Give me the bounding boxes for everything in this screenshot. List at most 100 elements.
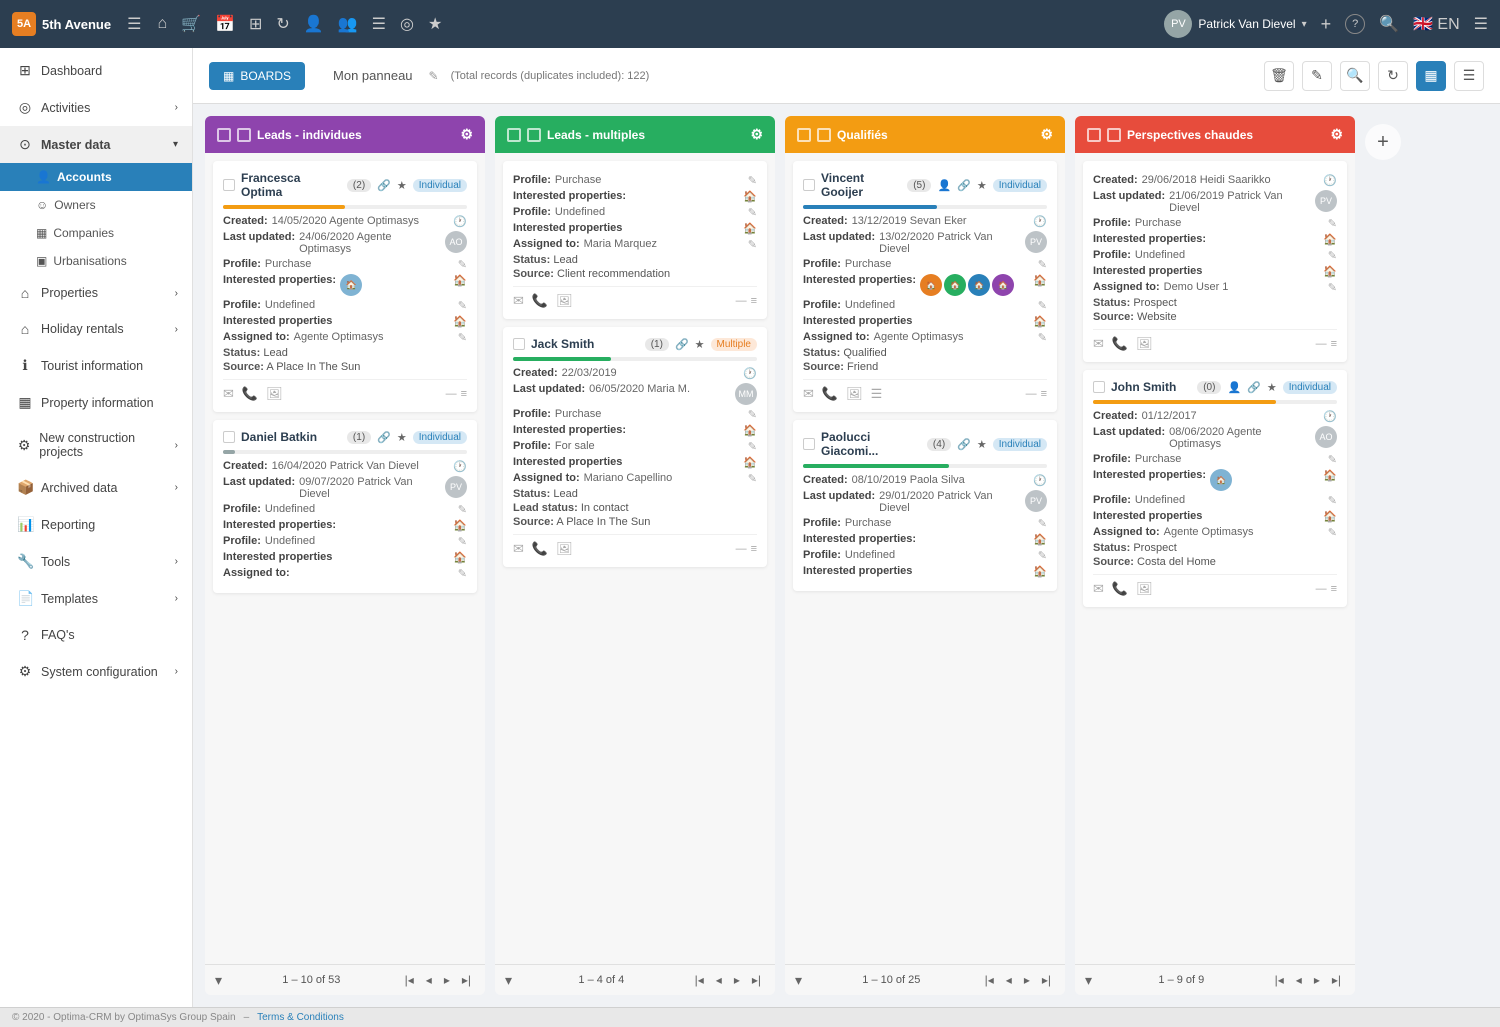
col-gear-persp[interactable]: ⚙ (1330, 126, 1343, 143)
sidebar-item-companies[interactable]: ▦ Companies (0, 219, 192, 247)
list-icon[interactable]: ☰ (372, 14, 386, 34)
col-checkbox-mult2[interactable] (527, 128, 541, 142)
col-last-persp[interactable]: ▸| (1328, 971, 1345, 989)
boards-button[interactable]: ▦ BOARDS (209, 62, 305, 90)
col-footer-expand-mult[interactable]: ▾ (505, 972, 512, 989)
user-icon[interactable]: 👤 (304, 14, 324, 34)
cart-icon[interactable]: 🛒 (181, 14, 201, 34)
phone-icon-vincent[interactable]: 📞 (822, 386, 838, 402)
edit-icon-daniel[interactable]: ✎ (458, 503, 467, 516)
edit-icon2-francesca[interactable]: ✎ (458, 299, 467, 312)
sidebar-item-system-config[interactable]: ⚙ System configuration › (0, 653, 192, 690)
image-icon-vincent[interactable]: 🖼 (846, 386, 863, 402)
image-icon-francesca[interactable]: 🖼 (266, 386, 283, 402)
person-icon-vincent[interactable]: 👤 (937, 179, 951, 192)
plus-icon[interactable]: + (1321, 14, 1332, 35)
col-checkbox-qual2[interactable] (817, 128, 831, 142)
more-options-button[interactable]: ☰ (1454, 61, 1484, 91)
sidebar-item-properties[interactable]: ⌂ Properties › (0, 275, 192, 311)
more-dots-francesca[interactable]: —≡ (446, 388, 467, 400)
phone-icon-jack[interactable]: 📞 (532, 541, 548, 557)
card-checkbox-daniel[interactable] (223, 431, 235, 443)
sidebar-item-faqs[interactable]: ? FAQ's (0, 617, 192, 653)
sidebar-item-activities[interactable]: ◎ Activities › (0, 89, 192, 126)
col-first-qual[interactable]: |◂ (981, 971, 998, 989)
person-icon-john[interactable]: 👤 (1227, 381, 1241, 394)
footer-terms[interactable]: Terms & Conditions (257, 1012, 344, 1023)
card-checkbox-jack[interactable] (513, 338, 525, 350)
star-icon[interactable]: ★ (428, 14, 442, 34)
image-icon-heidi[interactable]: 🖼 (1136, 336, 1153, 352)
link-icon-vincent[interactable]: 🔗 (957, 179, 971, 192)
sidebar-item-reporting[interactable]: 📊 Reporting (0, 506, 192, 543)
sidebar-item-tools[interactable]: 🔧 Tools › (0, 543, 192, 580)
email-icon-john[interactable]: ✉ (1093, 581, 1104, 597)
search-icon[interactable]: 🔍 (1379, 14, 1399, 34)
card-checkbox-francesca[interactable] (223, 179, 235, 191)
star-icon-daniel[interactable]: ★ (397, 431, 407, 444)
target-icon[interactable]: ◎ (400, 14, 414, 34)
list-icon-vincent[interactable]: ☰ (871, 386, 883, 402)
col-last-ind[interactable]: ▸| (458, 971, 475, 989)
col-next-qual[interactable]: ▸ (1020, 971, 1034, 989)
sidebar-item-dashboard[interactable]: ⊞ Dashboard (0, 52, 192, 89)
email-icon-heidi[interactable]: ✉ (1093, 336, 1104, 352)
sidebar-item-templates[interactable]: 📄 Templates › (0, 580, 192, 617)
col-checkbox-ind[interactable] (217, 128, 231, 142)
phone-icon-top[interactable]: 📞 (532, 293, 548, 309)
edit-icon3-daniel[interactable]: ✎ (458, 567, 467, 580)
sidebar-item-holiday-rentals[interactable]: ⌂ Holiday rentals › (0, 311, 192, 347)
col-gear-mult[interactable]: ⚙ (750, 126, 763, 143)
edit-icon-francesca[interactable]: ✎ (458, 258, 467, 271)
col-next-persp[interactable]: ▸ (1310, 971, 1324, 989)
col-last-qual[interactable]: ▸| (1038, 971, 1055, 989)
delete-button[interactable]: 🗑 (1264, 61, 1294, 91)
col-checkbox-mult[interactable] (507, 128, 521, 142)
app-logo[interactable]: 5A 5th Avenue (12, 12, 111, 36)
col-first-persp[interactable]: |◂ (1271, 971, 1288, 989)
sidebar-item-urbanisations[interactable]: ▣ Urbanisations (0, 247, 192, 275)
edit-icon2-daniel[interactable]: ✎ (458, 535, 467, 548)
star-icon-jack[interactable]: ★ (695, 338, 705, 351)
menu-icon[interactable]: ☰ (1474, 14, 1488, 34)
phone-icon-francesca[interactable]: 📞 (242, 386, 258, 402)
col-footer-expand-qual[interactable]: ▾ (795, 972, 802, 989)
col-gear-qual[interactable]: ⚙ (1040, 126, 1053, 143)
star-icon-john[interactable]: ★ (1267, 381, 1277, 394)
link-icon-paolucci[interactable]: 🔗 (957, 438, 971, 451)
phone-icon-heidi[interactable]: 📞 (1112, 336, 1128, 352)
user-dropdown-icon[interactable]: ▾ (1302, 19, 1307, 30)
help-icon[interactable]: ? (1345, 14, 1365, 34)
col-checkbox-persp2[interactable] (1107, 128, 1121, 142)
search-button[interactable]: 🔍 (1340, 61, 1370, 91)
calendar-icon[interactable]: 📅 (215, 14, 235, 34)
col-prev-persp[interactable]: ◂ (1292, 971, 1306, 989)
hamburger-icon[interactable]: ☰ (127, 14, 141, 34)
sidebar-item-archived-data[interactable]: 📦 Archived data › (0, 469, 192, 506)
link-icon-john[interactable]: 🔗 (1247, 381, 1261, 394)
card-checkbox-vincent[interactable] (803, 179, 815, 191)
home-icon-francesca[interactable]: 🏠 (453, 274, 467, 287)
col-first-mult[interactable]: |◂ (691, 971, 708, 989)
home-icon[interactable]: ⌂ (157, 15, 167, 33)
email-icon-top[interactable]: ✉ (513, 293, 524, 309)
more-dots-vincent[interactable]: —≡ (1026, 388, 1047, 400)
more-dots-heidi[interactable]: —≡ (1316, 338, 1337, 350)
user-info[interactable]: PV Patrick Van Dievel ▾ (1164, 10, 1306, 38)
link-icon-francesca[interactable]: 🔗 (377, 179, 391, 192)
email-icon-francesca[interactable]: ✉ (223, 386, 234, 402)
grid-icon[interactable]: ⊞ (249, 14, 262, 34)
link-icon-jack[interactable]: 🔗 (675, 338, 689, 351)
more-dots-john[interactable]: —≡ (1316, 583, 1337, 595)
email-icon-jack[interactable]: ✉ (513, 541, 524, 557)
col-last-mult[interactable]: ▸| (748, 971, 765, 989)
col-prev-ind[interactable]: ◂ (422, 971, 436, 989)
col-checkbox-persp[interactable] (1087, 128, 1101, 142)
sidebar-item-property-info[interactable]: ▦ Property information (0, 384, 192, 421)
more-dots-top[interactable]: —≡ (736, 295, 757, 307)
star-icon-francesca[interactable]: ★ (397, 179, 407, 192)
card-checkbox-john[interactable] (1093, 381, 1105, 393)
col-checkbox-ind2[interactable] (237, 128, 251, 142)
sidebar-item-owners[interactable]: ☺ Owners (0, 191, 192, 219)
sidebar-item-master-data[interactable]: ⊙ Master data ▾ (0, 126, 192, 163)
